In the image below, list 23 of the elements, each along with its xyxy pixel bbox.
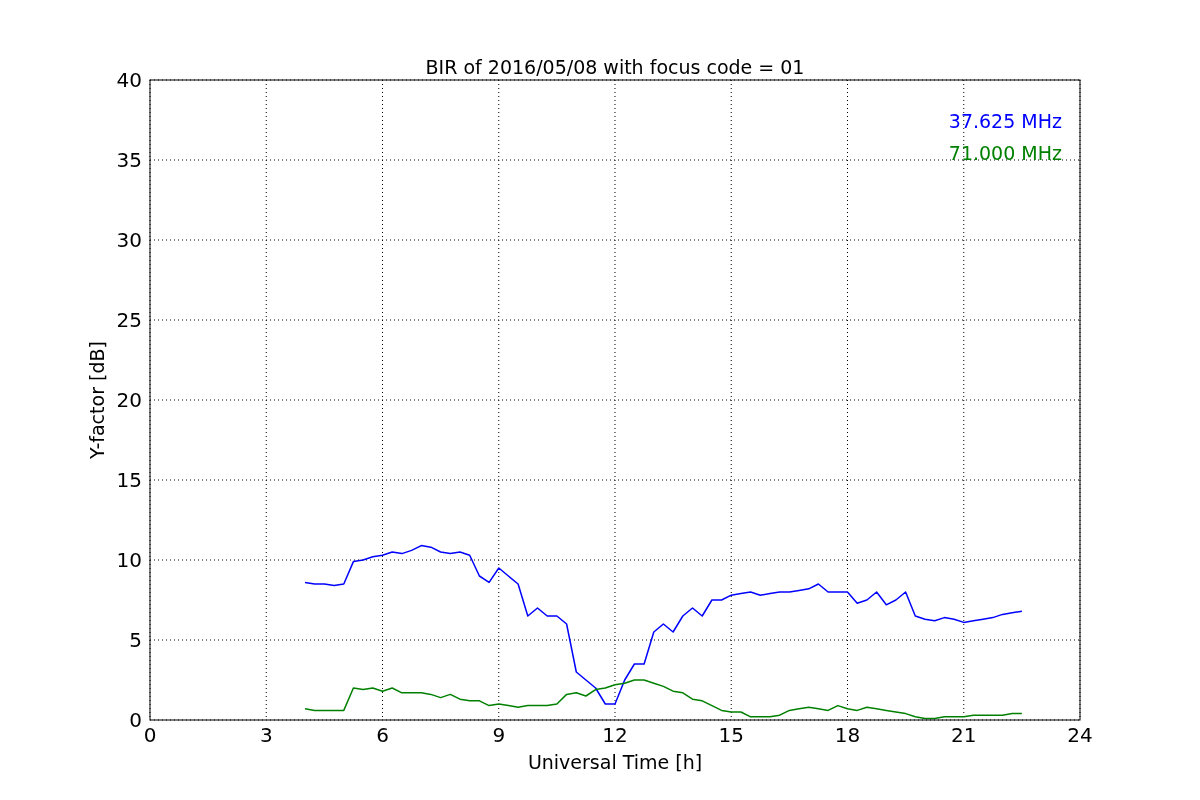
y-tick-label: 0 bbox=[129, 708, 142, 732]
y-tick-label: 15 bbox=[116, 468, 142, 492]
x-tick-label: 15 bbox=[718, 723, 744, 747]
x-tick-label: 12 bbox=[602, 723, 628, 747]
x-tick-label: 21 bbox=[951, 723, 977, 747]
x-tick-label: 18 bbox=[834, 723, 861, 747]
x-tick-label: 24 bbox=[1067, 723, 1093, 747]
chart-title: BIR of 2016/05/08 with focus code = 01 bbox=[425, 56, 805, 78]
y-tick-label: 40 bbox=[116, 68, 142, 92]
y-tick-label: 10 bbox=[116, 548, 142, 572]
y-tick-label: 20 bbox=[116, 388, 142, 412]
legend-label: 71.000 MHz bbox=[948, 142, 1062, 164]
x-axis-label: Universal Time [h] bbox=[527, 751, 703, 773]
legend-label: 37.625 MHz bbox=[948, 110, 1062, 132]
y-tick-label: 30 bbox=[116, 228, 142, 252]
x-tick-label: 6 bbox=[376, 723, 389, 747]
x-tick-label: 0 bbox=[143, 723, 157, 747]
y-tick-label: 5 bbox=[129, 628, 142, 652]
y-axis-label: Y-factor [dB] bbox=[86, 341, 108, 459]
x-tick-label: 3 bbox=[259, 723, 273, 747]
y-tick-label: 25 bbox=[116, 308, 142, 332]
y-tick-label: 35 bbox=[116, 148, 142, 172]
x-tick-label: 9 bbox=[492, 723, 506, 747]
